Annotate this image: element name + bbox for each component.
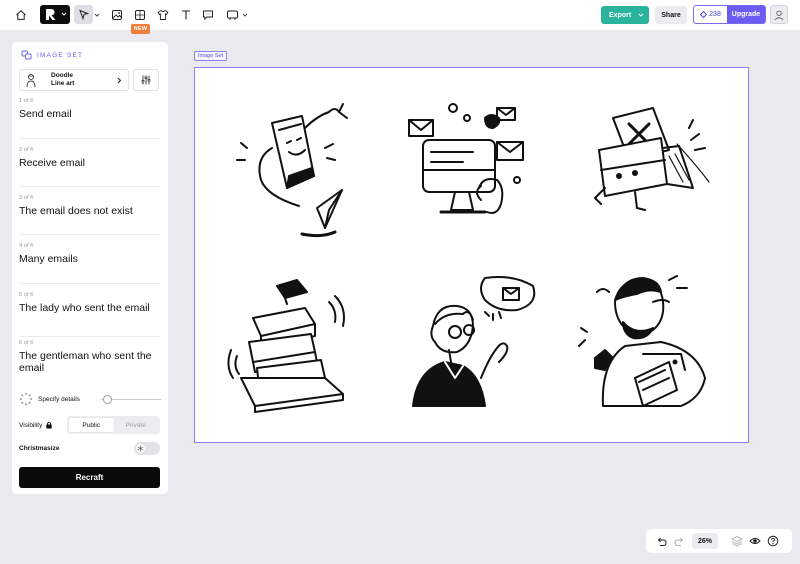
style-name-line1: Doodle (51, 72, 74, 79)
visibility-option-private[interactable]: Private (114, 418, 159, 432)
email-not-exist-illustration[interactable] (573, 88, 723, 238)
chevron-down-icon (242, 13, 248, 17)
top-toolbar: NEW Export Share 238 Upgrade (0, 0, 800, 34)
prompt-item[interactable]: 1 of 6 Send email (19, 98, 160, 139)
logo-icon (46, 9, 56, 20)
lady-sent-email-illustration[interactable] (393, 266, 543, 416)
prompt-index: 2 of 6 (19, 147, 34, 153)
image-set-icon (21, 50, 32, 60)
christmasize-toggle[interactable] (134, 442, 160, 455)
snowflake-icon (137, 445, 144, 452)
divider (19, 336, 160, 337)
avatar[interactable] (770, 5, 788, 24)
help-icon[interactable] (764, 532, 782, 550)
divider (19, 186, 160, 187)
gentleman-sent-email-illustration[interactable] (573, 266, 723, 416)
logo-menu-button[interactable] (40, 5, 70, 24)
chevron-down-icon (61, 12, 67, 16)
divider (19, 283, 160, 284)
layers-icon[interactable] (728, 532, 746, 550)
visibility-option-public[interactable]: Public (69, 418, 114, 432)
style-name-line2: Line art (51, 80, 75, 87)
select-tool-chevron[interactable] (93, 5, 101, 25)
select-tool-icon (79, 9, 89, 20)
prompt-index: 6 of 6 (19, 340, 34, 346)
panel-title: IMAGE SET (37, 51, 84, 59)
image-icon[interactable] (109, 5, 125, 25)
style-selector[interactable]: Doodle Line art (19, 69, 129, 91)
send-email-illustration[interactable] (217, 88, 367, 238)
user-icon (774, 10, 784, 20)
prompt-item[interactable]: 2 of 6 Receive email (19, 147, 160, 187)
prompt-item[interactable]: 5 of 6 The lady who sent the email (19, 292, 160, 337)
zoom-level[interactable]: 26% (692, 533, 718, 549)
mockup-icon[interactable] (155, 5, 171, 25)
upgrade-button[interactable]: Upgrade (727, 6, 765, 23)
prompt-item[interactable]: 4 of 6 Many emails (19, 243, 160, 284)
share-button[interactable]: Share (655, 6, 687, 24)
christmasize-row: Christmasize (19, 440, 160, 456)
panel-header: IMAGE SET (21, 50, 83, 60)
frame-tool-chevron[interactable] (241, 5, 249, 25)
style-thumbnail (24, 72, 37, 88)
prompt-item[interactable]: 3 of 6 The email does not exist (19, 195, 160, 235)
image-set-icon[interactable] (132, 5, 148, 25)
prompt-text[interactable]: Many emails (19, 253, 160, 265)
specify-details-row: Specify details (19, 391, 161, 407)
eye-icon[interactable] (746, 532, 764, 550)
style-settings-button[interactable] (133, 69, 159, 91)
text-tool-icon[interactable] (178, 5, 194, 25)
toggle-knob (136, 444, 145, 453)
prompt-index: 5 of 6 (19, 292, 34, 298)
new-badge: NEW (131, 24, 150, 34)
undo-icon[interactable] (652, 532, 670, 550)
image-set-panel: IMAGE SET Doodle Line art 1 of 6 Send em… (12, 42, 168, 494)
prompt-text[interactable]: The lady who sent the email (19, 302, 160, 314)
prompt-text[interactable]: The email does not exist (19, 205, 160, 217)
lock-icon (46, 421, 53, 429)
prompt-index: 4 of 6 (19, 243, 34, 249)
receive-email-illustration[interactable] (393, 88, 543, 238)
chevron-down-icon (94, 13, 100, 17)
many-emails-illustration[interactable] (217, 266, 367, 416)
home-icon[interactable] (13, 5, 29, 25)
sliders-icon (141, 75, 151, 85)
style-name: Doodle Line art (51, 72, 74, 88)
christmasize-label: Christmasize (19, 444, 60, 452)
image-set-frame[interactable] (194, 67, 749, 443)
divider (19, 138, 160, 139)
slider-handle[interactable] (103, 395, 112, 404)
comment-icon[interactable] (200, 5, 216, 25)
prompt-text[interactable]: Send email (19, 108, 160, 120)
frame-label[interactable]: Image Set (194, 51, 228, 61)
visibility-toggle: Public Private (67, 416, 160, 434)
diamond-icon (700, 11, 708, 18)
credits-counter[interactable]: 238 (694, 6, 727, 23)
loading-dots-icon (19, 392, 33, 406)
credits-upgrade-group: 238 Upgrade (693, 5, 766, 24)
prompt-index: 3 of 6 (19, 195, 34, 201)
credits-value: 238 (709, 11, 721, 18)
redo-icon[interactable] (670, 532, 688, 550)
prompt-text[interactable]: The gentleman who sent the email (19, 350, 160, 374)
chevron-right-icon (117, 77, 122, 84)
visibility-row: Visibility Public Private (19, 416, 160, 434)
select-tool-button[interactable] (74, 5, 93, 24)
prompt-item[interactable]: 6 of 6 The gentleman who sent the email (19, 340, 160, 374)
chevron-down-icon (638, 13, 644, 17)
visibility-label: Visibility (19, 421, 43, 429)
export-label: Export (609, 11, 632, 19)
frame-tool-icon[interactable] (224, 5, 240, 25)
prompt-index: 1 of 6 (19, 98, 34, 104)
specify-details-label: Specify details (38, 395, 80, 403)
prompt-text[interactable]: Receive email (19, 157, 160, 169)
divider (19, 234, 160, 235)
bottom-controls: 26% (646, 529, 792, 553)
export-button[interactable]: Export (601, 6, 649, 24)
recraft-button[interactable]: Recraft (19, 467, 160, 488)
